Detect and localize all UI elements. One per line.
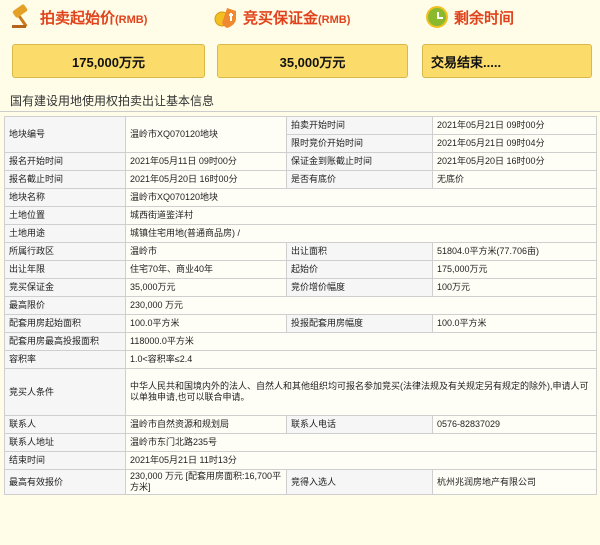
table-row: 配套用房最高投报面积 118000.0平方米 [4, 332, 597, 351]
deposit-money-icon [213, 4, 239, 30]
row-label: 结束时间 [4, 451, 126, 470]
row-label: 报名开始时间 [4, 152, 126, 171]
row-label: 联系人 [4, 415, 126, 434]
start-price-panel: 拍卖起始价(RMB) [0, 0, 200, 34]
table-row: 联系人 温岭市自然资源和规划局 联系人电话 0576-82837029 [4, 415, 597, 434]
row-label: 是否有底价 [286, 170, 433, 189]
table-row: 土地用途 城镇住宅用地(普通商品房) / [4, 224, 597, 243]
row-label: 土地位置 [4, 206, 126, 225]
row-label: 竞价增价幅度 [286, 278, 433, 297]
table-row: 最高有效报价 230,000 万元 [配套用房面积:16,700平方米] 竞得入选人… [4, 469, 597, 495]
table-row: 联系人地址 温岭市东门北路235号 [4, 433, 597, 452]
row-value: 城西街道鉴洋村 [125, 206, 597, 225]
row-value: 2021年05月20日 16时00分 [125, 170, 287, 189]
row-value: 118000.0平方米 [125, 332, 597, 351]
row-value: 中华人民共和国境内外的法人、自然人和其他组织均可报名参加竞买(法律法规及有关规定… [125, 368, 597, 416]
row-value: 温岭市 [125, 242, 287, 261]
row-value: 杭州兆润房地产有限公司 [432, 469, 597, 495]
remaining-label: 剩余时间 [454, 9, 515, 27]
section-title: 国有建设用地使用权拍卖出让基本信息 [10, 94, 215, 108]
table-row: 地块名称 温岭市XQ070120地块 [4, 188, 597, 207]
row-label: 配套用房起始面积 [4, 314, 126, 333]
row-value: 温岭市东门北路235号 [125, 433, 597, 452]
row-value: 51804.0平方米(77.706亩) [432, 242, 597, 261]
table-row: 地块编号 温岭市XQ070120地块 拍卖开始时间 2021年05月21日 09时00… [4, 116, 597, 153]
summary-bar: 拍卖起始价(RMB) 175,000万元 竞买保证金(RMB) 35,000万元… [0, 0, 600, 88]
table-row: 报名开始时间 2021年05月11日 09时00分 保证金到账截止时间 2021年05… [4, 152, 597, 171]
table-row: 报名截止时间 2021年05月20日 16时00分 是否有底价 无底价 [4, 170, 597, 189]
row-label: 容积率 [4, 350, 126, 369]
row-value: 2021年05月21日 09时00分 [432, 116, 597, 135]
row-label: 竞得入选人 [286, 469, 433, 495]
row-value: 2021年05月11日 09时00分 [125, 152, 287, 171]
deposit-label: 竞买保证金(RMB) [243, 9, 351, 27]
info-table: 地块编号 温岭市XQ070120地块 拍卖开始时间 2021年05月21日 09时00… [4, 116, 597, 495]
table-row: 出让年限 住宅70年、商业40年 起始价 175,000万元 [4, 260, 597, 279]
row-value: 温岭市自然资源和规划局 [125, 415, 287, 434]
row-label: 竞买人条件 [4, 368, 126, 416]
row-label: 出让面积 [286, 242, 433, 261]
row-value: 230,000 万元 [配套用房面积:16,700平方米] [125, 469, 287, 495]
deposit-value: 35,000万元 [217, 44, 408, 78]
row-label: 竞买保证金 [4, 278, 126, 297]
table-row: 所属行政区 温岭市 出让面积 51804.0平方米(77.706亩) [4, 242, 597, 261]
auction-hammer-icon [10, 4, 36, 30]
row-label: 所属行政区 [4, 242, 126, 261]
row-label: 投报配套用房幅度 [286, 314, 433, 333]
row-value: 住宅70年、商业40年 [125, 260, 287, 279]
row-label: 最高有效报价 [4, 469, 126, 495]
table-row: 竞买保证金 35,000万元 竞价增价幅度 100万元 [4, 278, 597, 297]
row-value: 230,000 万元 [125, 296, 597, 315]
row-value: 温岭市XQ070120地块 [125, 188, 597, 207]
row-value: 175,000万元 [432, 260, 597, 279]
table-row: 竞买人条件 中华人民共和国境内外的法人、自然人和其他组织均可报名参加竞买(法律法规… [4, 368, 597, 416]
row-label: 出让年限 [4, 260, 126, 279]
row-label: 联系人电话 [286, 415, 433, 434]
row-label: 报名截止时间 [4, 170, 126, 189]
row-value: 100万元 [432, 278, 597, 297]
row-value: 2021年05月20日 16时00分 [432, 152, 597, 171]
row-value: 1.0<容积率≤2.4 [125, 350, 597, 369]
row-label: 配套用房最高投报面积 [4, 332, 126, 351]
row-label: 地块名称 [4, 188, 126, 207]
row-value: 城镇住宅用地(普通商品房) / [125, 224, 597, 243]
row-label: 起始价 [286, 260, 433, 279]
row-value: 35,000万元 [125, 278, 287, 297]
table-row: 土地位置 城西街道鉴洋村 [4, 206, 597, 225]
row-label: 最高限价 [4, 296, 126, 315]
start-price-label: 拍卖起始价(RMB) [40, 9, 148, 27]
row-value: 无底价 [432, 170, 597, 189]
table-row: 配套用房起始面积 100.0平方米 投报配套用房幅度 100.0平方米 [4, 314, 597, 333]
deposit-panel: 竞买保证金(RMB) [213, 0, 413, 34]
start-price-value: 175,000万元 [12, 44, 205, 78]
clock-icon [426, 6, 448, 28]
row-label: 联系人地址 [4, 433, 126, 452]
row-value: 2021年05月21日 11时13分 [125, 451, 597, 470]
row-value: 温岭市XQ070120地块 [125, 116, 287, 153]
divider [0, 111, 600, 112]
row-value: 0576-82837029 [432, 415, 597, 434]
remaining-value: 交易结束..... [422, 44, 592, 78]
row-label: 拍卖开始时间 [286, 116, 433, 135]
row-label: 保证金到账截止时间 [286, 152, 433, 171]
row-value: 100.0平方米 [125, 314, 287, 333]
table-row: 最高限价 230,000 万元 [4, 296, 597, 315]
table-row: 容积率 1.0<容积率≤2.4 [4, 350, 597, 369]
row-label: 限时竞价开始时间 [286, 134, 433, 153]
table-row: 结束时间 2021年05月21日 11时13分 [4, 451, 597, 470]
row-value: 2021年05月21日 09时04分 [432, 134, 597, 153]
row-label: 土地用途 [4, 224, 126, 243]
row-value: 100.0平方米 [432, 314, 597, 333]
remaining-panel: 剩余时间 [420, 0, 600, 34]
row-label: 地块编号 [4, 116, 126, 153]
